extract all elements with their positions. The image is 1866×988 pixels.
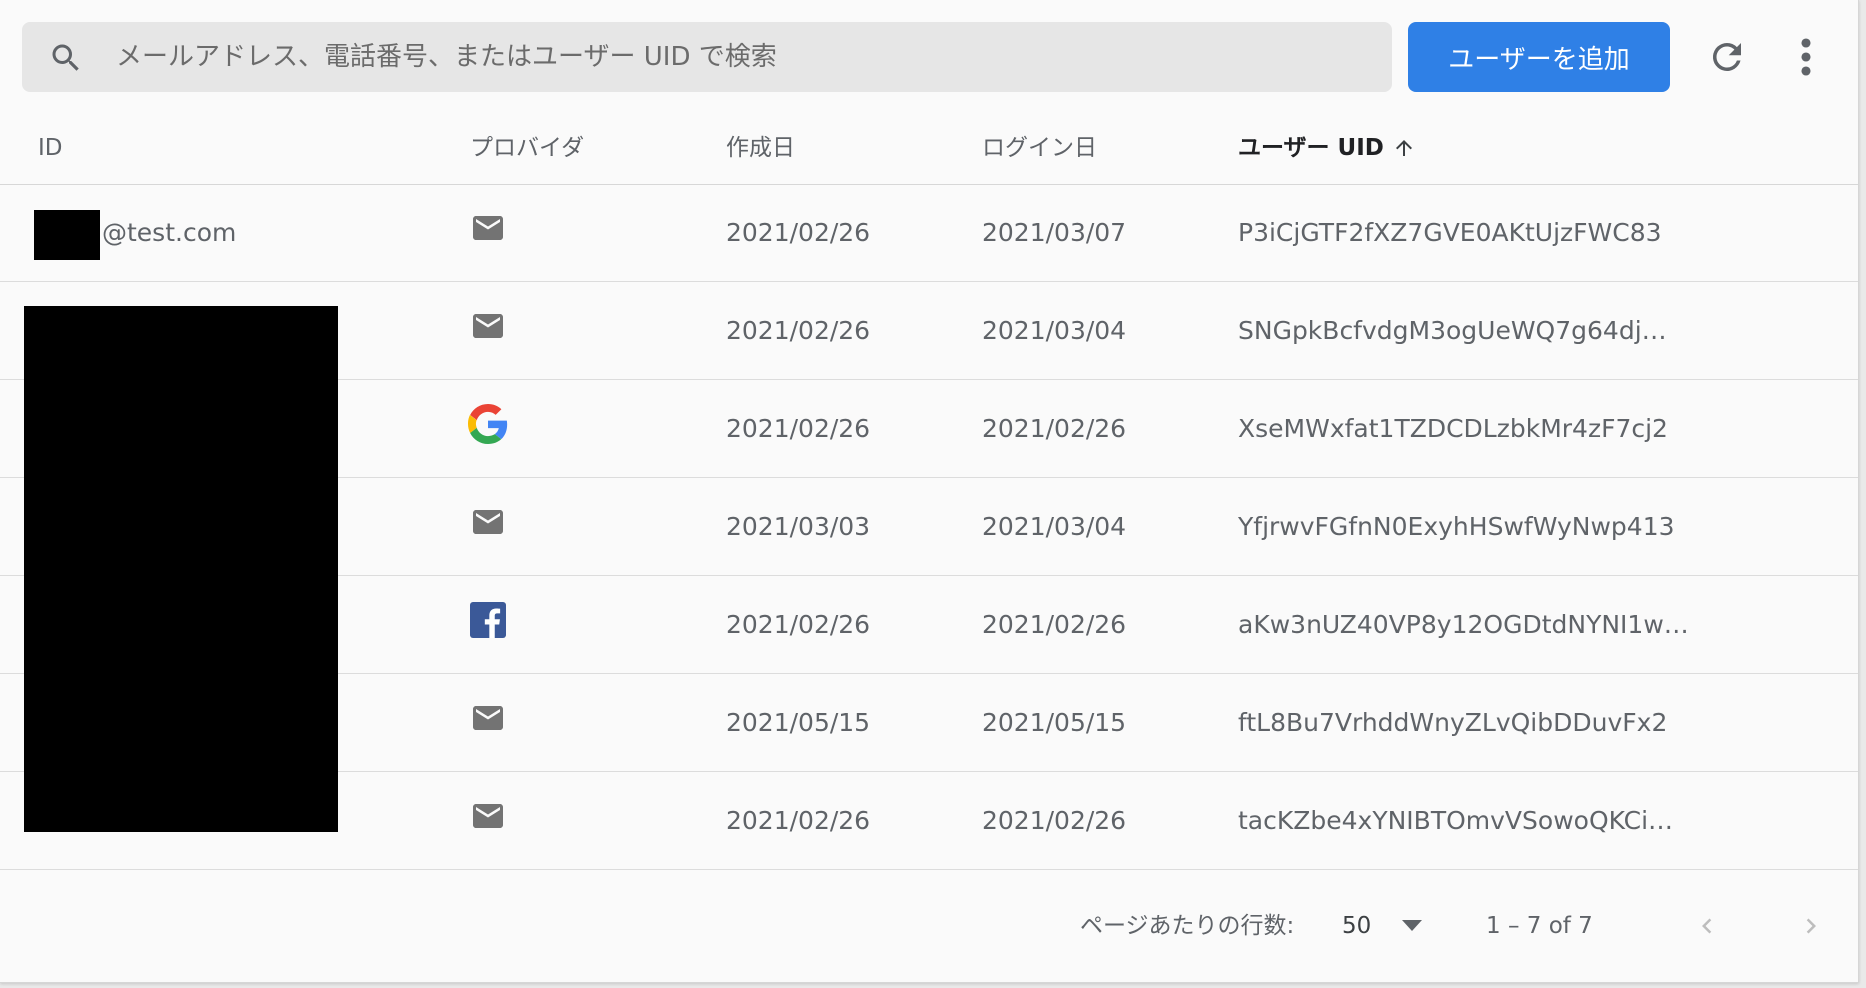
- table-header: ID プロバイダ 作成日 ログイン日 ユーザー UID: [0, 112, 1858, 185]
- signed-in-date: 2021/03/04: [982, 512, 1127, 541]
- email-icon: [473, 314, 503, 338]
- created-date: 2021/02/26: [726, 414, 871, 443]
- signed-in-date: 2021/03/04: [982, 316, 1127, 345]
- email-icon: [473, 510, 503, 534]
- chevron-right-icon[interactable]: [1796, 910, 1826, 942]
- user-uid: XseMWxfat1TZDCDLzbkMr4zF7cj2: [1238, 414, 1668, 443]
- column-header-id[interactable]: ID: [38, 112, 63, 184]
- google-icon: [468, 404, 508, 444]
- signed-in-date: 2021/02/26: [982, 414, 1127, 443]
- signed-in-date: 2021/03/07: [982, 218, 1127, 247]
- arrow-upward-icon[interactable]: [1392, 134, 1416, 162]
- rows-per-page-select[interactable]: 50: [1342, 870, 1371, 982]
- search-bar[interactable]: [22, 22, 1392, 92]
- user-uid: ftL8Bu7VrhddWnyZLvQibDDuvFx2: [1238, 708, 1668, 737]
- more-vert-icon[interactable]: [1794, 36, 1818, 78]
- email-icon: [473, 216, 503, 240]
- search-icon: [52, 44, 79, 71]
- email-icon: [473, 706, 503, 730]
- signed-in-date: 2021/02/26: [982, 610, 1127, 639]
- created-date: 2021/02/26: [726, 218, 871, 247]
- toolbar: ユーザーを追加: [0, 0, 1858, 112]
- arrow-drop-down-icon[interactable]: [1400, 916, 1424, 936]
- pagination-bar: ページあたりの行数: 50 1 – 7 of 7: [0, 870, 1858, 982]
- created-date: 2021/02/26: [726, 806, 871, 835]
- column-header-provider: プロバイダ: [470, 135, 585, 161]
- created-date: 2021/05/15: [726, 708, 871, 737]
- redacted-block: [24, 306, 338, 832]
- facebook-icon: [470, 602, 506, 638]
- page-range: 1 – 7 of 7: [1486, 913, 1593, 939]
- created-date: 2021/03/03: [726, 512, 871, 541]
- user-uid: aKw3nUZ40VP8y12OGDtdNYNI1w…: [1238, 610, 1689, 639]
- created-date: 2021/02/26: [726, 610, 871, 639]
- search-input[interactable]: [108, 22, 1384, 92]
- user-uid: P3iCjGTF2fXZ7GVE0AKtUjzFWC83: [1238, 218, 1662, 247]
- user-id: @test.com: [102, 218, 237, 247]
- redacted-block: [34, 210, 100, 260]
- user-uid: tacKZbe4xYNIBTOmvVSowoQKCi…: [1238, 806, 1674, 835]
- created-date: 2021/02/26: [726, 316, 871, 345]
- refresh-icon[interactable]: [1706, 36, 1748, 78]
- chevron-left-icon[interactable]: [1692, 910, 1722, 942]
- rows-per-page-label: ページあたりの行数:: [1080, 913, 1295, 939]
- signed-in-date: 2021/05/15: [982, 708, 1127, 737]
- user-uid: SNGpkBcfvdgM3ogUeWQ7g64dj…: [1238, 316, 1667, 345]
- column-header-uid[interactable]: ユーザー UID: [1238, 112, 1384, 184]
- user-uid: YfjrwvFGfnN0ExyhHSwfWyNwp413: [1238, 512, 1675, 541]
- users-panel: ユーザーを追加 ID プロバイダ 作成日 ログイン日 ユーザー UID @tes…: [0, 0, 1859, 983]
- signed-in-date: 2021/02/26: [982, 806, 1127, 835]
- email-icon: [473, 804, 503, 828]
- table-row[interactable]: @test.com 2021/02/26 2021/03/07 P3iCjGTF…: [0, 184, 1858, 282]
- add-user-button[interactable]: ユーザーを追加: [1408, 22, 1670, 92]
- column-header-signed-in[interactable]: ログイン日: [982, 112, 1097, 184]
- column-header-created[interactable]: 作成日: [726, 112, 795, 184]
